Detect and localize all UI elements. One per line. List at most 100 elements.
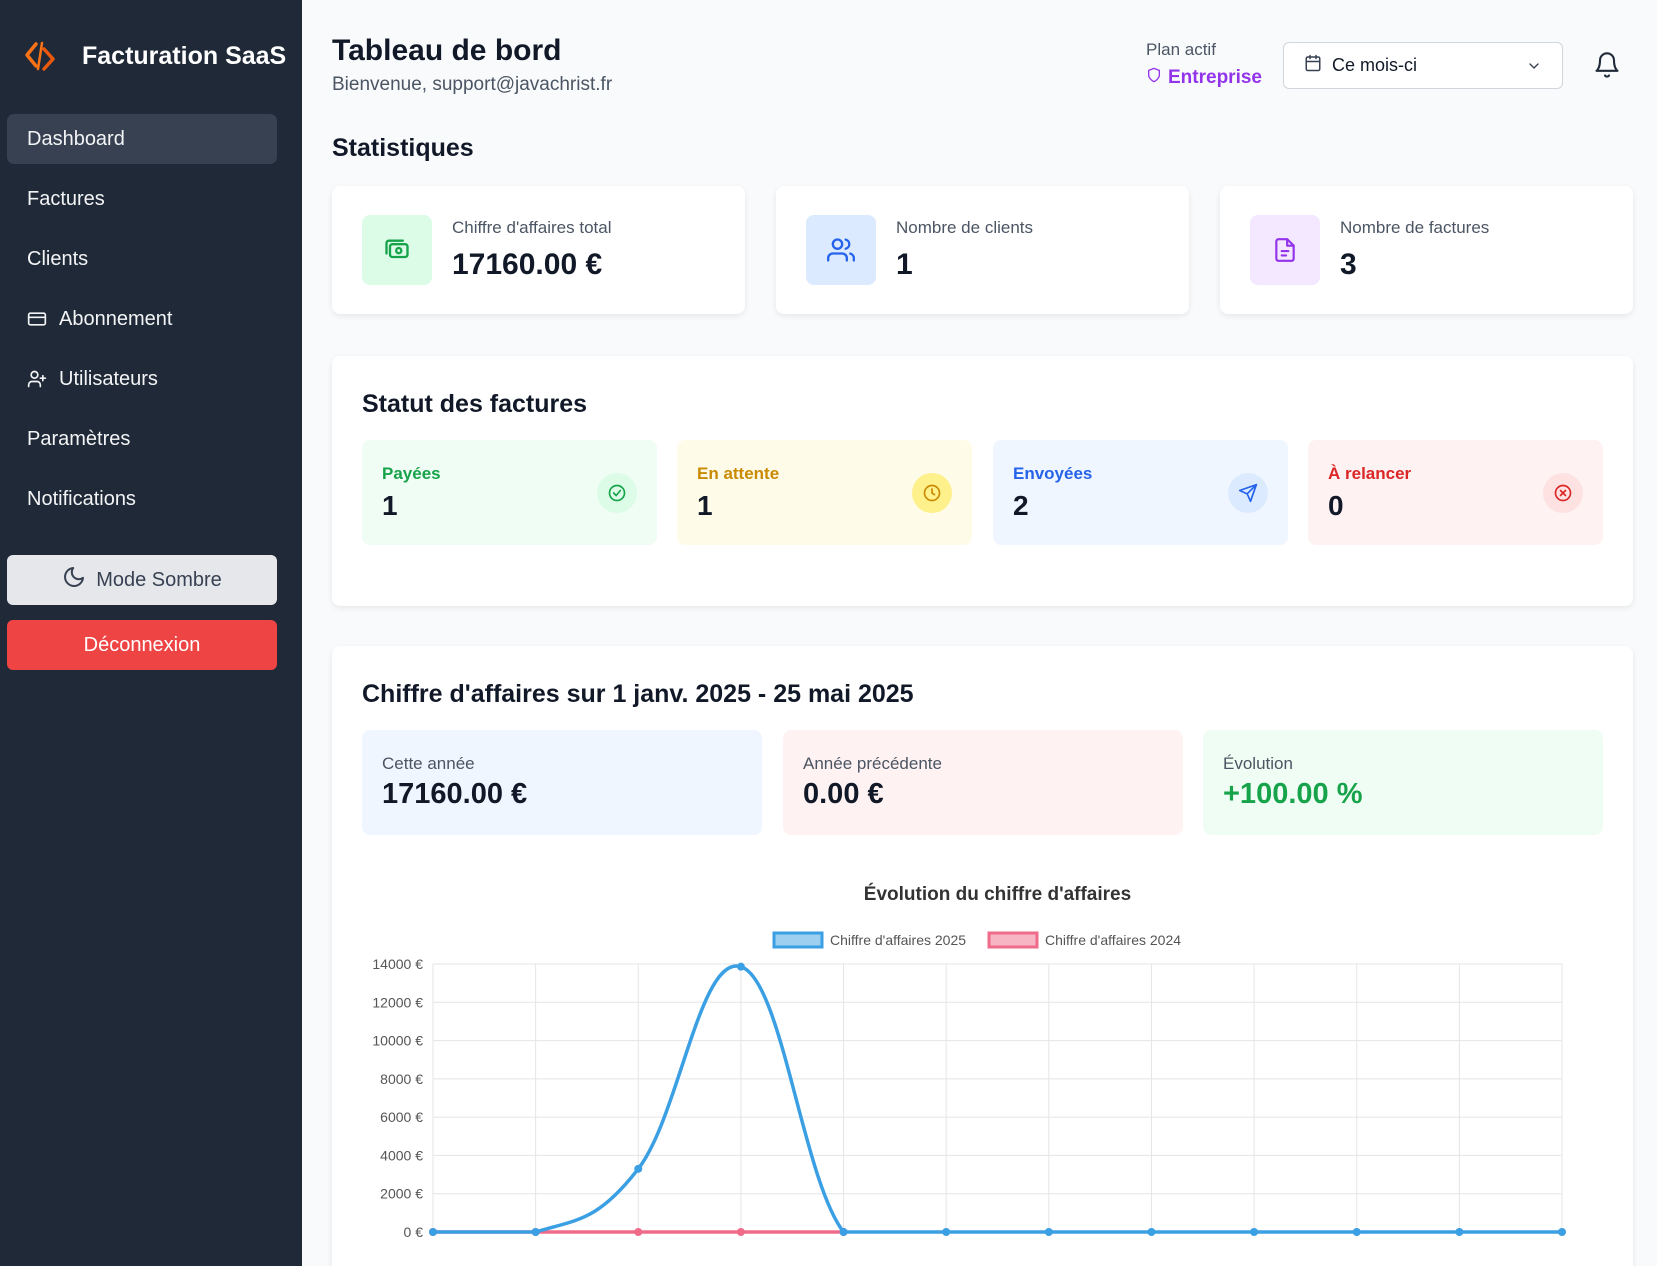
money-icon — [362, 215, 432, 285]
y-tick-label: 0 € — [404, 1224, 424, 1240]
brand[interactable]: Facturation SaaS — [20, 36, 286, 76]
data-point — [634, 1164, 643, 1173]
revenue-label: Année précédente — [803, 754, 942, 773]
plan-value: Entreprise — [1146, 66, 1262, 90]
stat-label: Chiffre d'affaires total — [452, 218, 612, 237]
dark-mode-label: Mode Sombre — [96, 568, 222, 591]
x-tick-label: Novembre — [1427, 1245, 1492, 1246]
revenue-tile-evolution: Évolution +100.00 % — [1203, 730, 1603, 835]
calendar-icon — [1304, 54, 1322, 77]
revenue-label: Cette année — [382, 754, 475, 773]
document-icon — [1250, 215, 1320, 285]
revenue-value: +100.00 % — [1223, 778, 1363, 810]
data-point — [531, 1228, 540, 1236]
y-tick-label: 14000 € — [372, 956, 423, 972]
data-point — [942, 1228, 951, 1236]
sidebar-item-factures[interactable]: Factures — [7, 174, 277, 224]
sidebar-item-label: Clients — [27, 247, 89, 270]
legend-label: Chiffre d'affaires 2025 — [830, 932, 966, 948]
data-point — [1558, 1228, 1566, 1236]
x-tick-label: Avril — [727, 1245, 754, 1246]
status-tile-pending[interactable]: En attente 1 — [677, 440, 972, 545]
sidebar-item-utilisateurs[interactable]: Utilisateurs — [7, 354, 277, 404]
page-subtitle: Bienvenue, support@javachrist.fr — [332, 74, 613, 95]
brand-name: Facturation SaaS — [82, 41, 287, 70]
sidebar-item-notifications[interactable]: Notifications — [7, 474, 277, 524]
chevron-down-icon — [1526, 58, 1542, 74]
data-point — [429, 1228, 437, 1236]
users-icon — [806, 215, 876, 285]
plan-label: Plan actif — [1146, 40, 1216, 59]
stat-label: Nombre de factures — [1340, 218, 1490, 237]
send-icon — [1228, 473, 1268, 513]
credit-card-icon — [27, 308, 49, 330]
x-tick-label: Octobre — [1332, 1245, 1382, 1246]
sidebar-item-label: Notifications — [27, 487, 136, 510]
y-tick-label: 12000 € — [372, 994, 423, 1010]
active-plan: Plan actif Entreprise — [1146, 40, 1262, 90]
status-label: Envoyées — [1013, 464, 1093, 483]
invoice-status-panel: Statut des factures Payées 1 En attente … — [332, 356, 1633, 606]
status-value: 0 — [1328, 490, 1344, 521]
x-tick-label: Mai — [832, 1245, 855, 1246]
sidebar-item-label: Abonnement — [59, 307, 173, 330]
shield-icon — [1146, 66, 1162, 90]
page-title: Tableau de bord — [332, 34, 562, 67]
stat-card-revenue: Chiffre d'affaires total 17160.00 € — [332, 186, 745, 314]
data-point — [736, 962, 745, 971]
sidebar-item-label: Dashboard — [27, 127, 125, 150]
y-tick-label: 6000 € — [380, 1109, 423, 1125]
data-point — [1352, 1228, 1361, 1236]
bell-icon[interactable] — [1592, 50, 1622, 80]
data-point — [634, 1228, 643, 1236]
status-value: 1 — [382, 490, 398, 521]
series-line — [433, 964, 1562, 1234]
stat-card-clients: Nombre de clients 1 — [776, 186, 1189, 314]
revenue-label: Évolution — [1223, 754, 1293, 773]
legend-swatch — [772, 931, 824, 949]
sidebar-item-label: Factures — [27, 187, 105, 210]
period-select[interactable]: Ce mois-ci — [1283, 42, 1563, 89]
moon-icon — [62, 565, 86, 595]
x-tick-label: Juillet — [1031, 1245, 1067, 1246]
revenue-value: 17160.00 € — [382, 778, 528, 810]
data-point — [1044, 1228, 1053, 1236]
y-tick-label: 10000 € — [372, 1033, 423, 1049]
user-plus-icon — [27, 368, 49, 390]
status-value: 1 — [697, 490, 713, 521]
legend-swatch — [987, 931, 1039, 949]
y-tick-label: 8000 € — [380, 1071, 423, 1087]
x-tick-label: Décembre — [1530, 1245, 1595, 1246]
data-point — [1250, 1228, 1259, 1236]
data-point — [1147, 1228, 1156, 1236]
x-tick-label: Août — [1137, 1245, 1166, 1246]
status-value: 2 — [1013, 490, 1029, 521]
status-label: Payées — [382, 464, 441, 483]
sidebar-item-dashboard[interactable]: Dashboard — [7, 114, 277, 164]
stat-card-invoices: Nombre de factures 3 — [1220, 186, 1633, 314]
code-logo-icon — [20, 36, 60, 76]
status-tile-paid[interactable]: Payées 1 — [362, 440, 657, 545]
data-point — [736, 1228, 745, 1236]
stat-label: Nombre de clients — [896, 218, 1034, 237]
dark-mode-button[interactable]: Mode Sombre — [7, 555, 277, 605]
status-tile-overdue[interactable]: À relancer 0 — [1308, 440, 1603, 545]
x-tick-label: Janvier — [410, 1245, 455, 1246]
sidebar-item-parametres[interactable]: Paramètres — [7, 414, 277, 464]
stats-title: Statistiques — [332, 134, 474, 162]
period-value: Ce mois-ci — [1332, 55, 1418, 75]
chart-title: Évolution du chiffre d'affaires — [864, 883, 1131, 905]
invoice-status-title: Statut des factures — [362, 390, 588, 418]
data-point — [1455, 1228, 1464, 1236]
revenue-tile-previous-year: Année précédente 0.00 € — [783, 730, 1183, 835]
y-tick-label: 2000 € — [380, 1186, 423, 1202]
revenue-panel: Chiffre d'affaires sur 1 janv. 2025 - 25… — [332, 646, 1633, 1266]
sidebar-item-abonnement[interactable]: Abonnement — [7, 294, 277, 344]
revenue-value: 0.00 € — [803, 778, 884, 810]
sidebar-item-clients[interactable]: Clients — [7, 234, 277, 284]
status-tile-sent[interactable]: Envoyées 2 — [993, 440, 1288, 545]
y-tick-label: 4000 € — [380, 1147, 423, 1163]
stat-value: 1 — [896, 248, 913, 281]
plan-name: Entreprise — [1168, 67, 1262, 88]
logout-button[interactable]: Déconnexion — [7, 620, 277, 670]
